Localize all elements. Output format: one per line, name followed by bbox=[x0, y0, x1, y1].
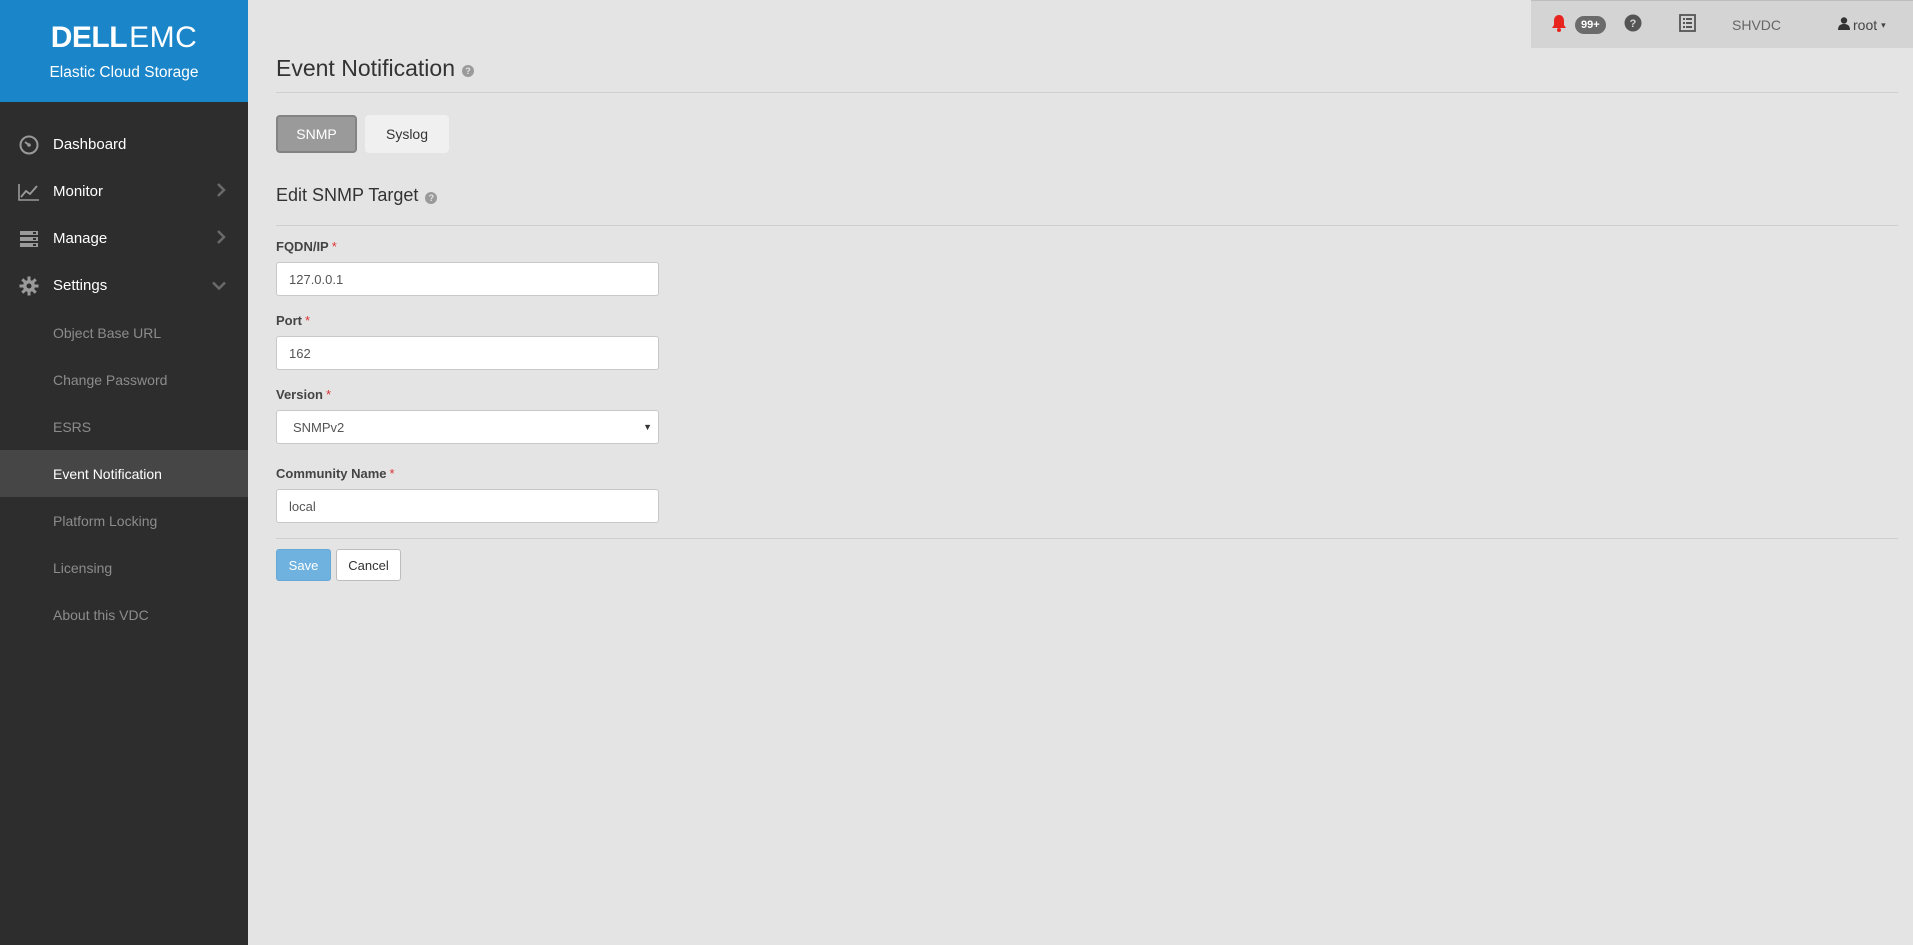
tab-syslog[interactable]: Syslog bbox=[365, 115, 449, 153]
caret-down-icon: ▼ bbox=[643, 422, 652, 432]
cancel-button[interactable]: Cancel bbox=[336, 549, 401, 581]
community-name-label: Community Name * bbox=[276, 466, 395, 481]
tab-snmp[interactable]: SNMP bbox=[276, 115, 357, 153]
sidebar-subitem-platform-locking[interactable]: Platform Locking bbox=[0, 497, 248, 544]
sidebar-subitem-licensing[interactable]: Licensing bbox=[0, 544, 248, 591]
sidebar-subitem-event-notification[interactable]: Event Notification bbox=[0, 450, 248, 497]
sidebar: DELL EMC Elastic Cloud Storage Dashboard … bbox=[0, 0, 248, 945]
port-input[interactable]: 162 bbox=[276, 336, 659, 370]
sidebar-subitem-about-vdc[interactable]: About this VDC bbox=[0, 591, 248, 638]
community-label-text: Community Name bbox=[276, 466, 387, 481]
user-name: root bbox=[1853, 17, 1878, 33]
product-name: Elastic Cloud Storage bbox=[49, 64, 199, 81]
caret-down-icon: ▾ bbox=[1881, 19, 1886, 30]
alerts-button[interactable]: 99+ bbox=[1551, 1, 1606, 49]
divider bbox=[276, 225, 1898, 226]
sidebar-item-manage[interactable]: Manage bbox=[0, 215, 248, 262]
port-label: Port * bbox=[276, 313, 310, 328]
dashboard-icon bbox=[18, 134, 40, 156]
fqdn-input[interactable]: 127.0.0.1 bbox=[276, 262, 659, 296]
question-circle-icon: ? bbox=[1624, 14, 1642, 37]
community-name-input[interactable]: local bbox=[276, 489, 659, 523]
section-title-text: Edit SNMP Target bbox=[276, 185, 419, 205]
help-icon[interactable]: ? bbox=[461, 64, 474, 77]
version-label: Version * bbox=[276, 387, 331, 402]
user-icon bbox=[1838, 17, 1850, 33]
sidebar-item-label: Manage bbox=[53, 230, 108, 247]
guide-button[interactable] bbox=[1679, 1, 1696, 49]
svg-text:?: ? bbox=[1630, 18, 1637, 30]
sidebar-nav: Dashboard Monitor Manage Settings Object… bbox=[0, 121, 248, 638]
help-button[interactable]: ? bbox=[1624, 1, 1642, 49]
version-select[interactable]: SNMPv2 ▼ bbox=[276, 410, 659, 444]
divider bbox=[276, 538, 1898, 539]
divider bbox=[276, 92, 1898, 93]
server-stack-icon bbox=[18, 228, 40, 250]
sidebar-item-label: Dashboard bbox=[53, 136, 127, 153]
sidebar-item-label: Settings bbox=[53, 277, 108, 294]
top-bar: 99+ ? SHVDC root ▾ bbox=[1531, 0, 1913, 48]
page-title: Event Notification ? bbox=[276, 55, 474, 82]
sidebar-item-monitor[interactable]: Monitor bbox=[0, 168, 248, 215]
dell-emc-logo: DELL EMC bbox=[51, 20, 198, 56]
sidebar-item-label: Monitor bbox=[53, 183, 104, 200]
sidebar-subitem-object-base-url[interactable]: Object Base URL bbox=[0, 309, 248, 356]
sidebar-subitem-change-password[interactable]: Change Password bbox=[0, 356, 248, 403]
page-title-text: Event Notification bbox=[276, 55, 455, 81]
required-mark: * bbox=[325, 387, 332, 402]
sidebar-subitem-esrs[interactable]: ESRS bbox=[0, 403, 248, 450]
fqdn-label: FQDN/IP * bbox=[276, 239, 337, 254]
version-label-text: Version bbox=[276, 387, 323, 402]
chevron-right-icon bbox=[216, 182, 226, 201]
document-list-icon bbox=[1679, 13, 1696, 37]
line-chart-icon bbox=[18, 181, 40, 203]
fqdn-label-text: FQDN/IP bbox=[276, 239, 329, 254]
sidebar-item-dashboard[interactable]: Dashboard bbox=[0, 121, 248, 168]
alerts-count-badge: 99+ bbox=[1575, 16, 1606, 34]
save-button[interactable]: Save bbox=[276, 549, 331, 581]
required-mark: * bbox=[305, 313, 311, 328]
logo-emc-text: EMC bbox=[129, 21, 198, 54]
chevron-right-icon bbox=[216, 229, 226, 248]
required-mark: * bbox=[389, 466, 395, 481]
bell-icon bbox=[1551, 14, 1567, 37]
section-title: Edit SNMP Target ? bbox=[276, 185, 438, 206]
help-icon[interactable]: ? bbox=[425, 191, 438, 204]
brand-header[interactable]: DELL EMC Elastic Cloud Storage bbox=[0, 0, 248, 102]
logo-dell-text: DELL bbox=[50, 21, 128, 54]
version-selected-value: SNMPv2 bbox=[293, 419, 345, 435]
chevron-down-icon bbox=[212, 277, 226, 294]
sidebar-item-settings[interactable]: Settings bbox=[0, 262, 248, 309]
port-label-text: Port bbox=[276, 313, 302, 328]
user-menu[interactable]: root ▾ bbox=[1838, 1, 1886, 49]
vdc-name[interactable]: SHVDC bbox=[1732, 1, 1781, 49]
required-mark: * bbox=[331, 239, 337, 254]
gear-icon bbox=[18, 275, 40, 297]
